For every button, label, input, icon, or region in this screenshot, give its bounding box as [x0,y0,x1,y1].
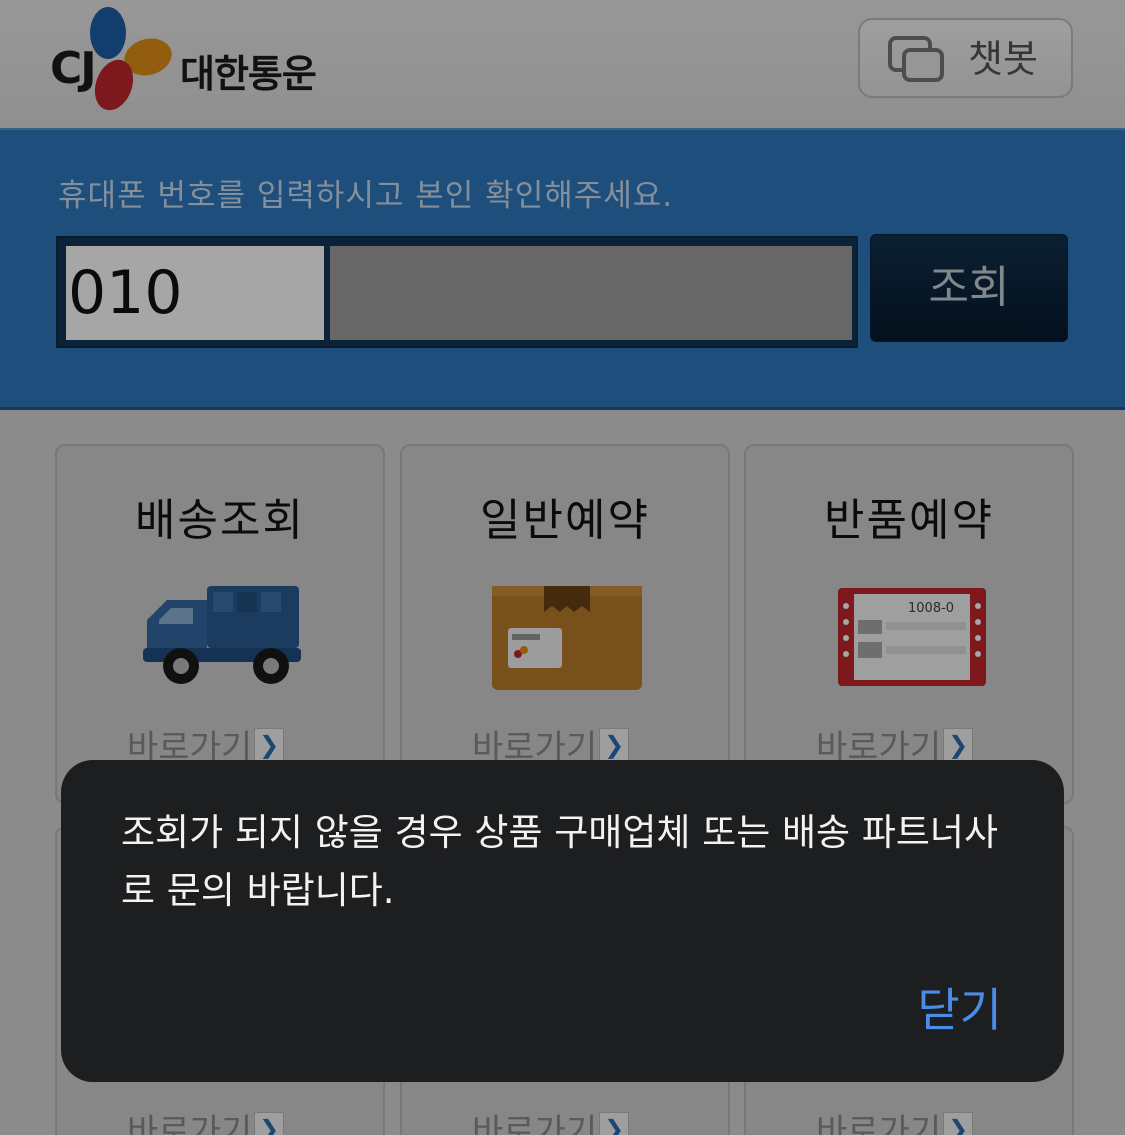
logo-name: 대한통운 [180,52,317,96]
phone-instruction: 휴대폰 번호를 입력하시고 본인 확인해주세요. [58,178,674,214]
close-button[interactable]: 닫기 [917,974,1002,1040]
goto-link[interactable]: 바로가기 ❯ [127,720,285,768]
box-icon [492,586,642,690]
app-header: CJ 대한통운 챗봇 [0,0,1125,128]
menu-card-title: 배송조회 [135,495,305,546]
chevron-right-icon: ❯ [254,1111,285,1135]
menu-card-return-reservation[interactable]: 반품예약 1008-0 바로가기 ❯ [744,444,1074,804]
goto-link[interactable]: 바로가기 ❯ [127,1104,285,1135]
alert-message: 조회가 되지 않을 경우 상품 구매업체 또는 배송 파트너사로 문의 바랍니다… [121,811,999,912]
chevron-right-icon: ❯ [943,727,974,762]
chat-bubble-icon [888,36,944,82]
chevron-right-icon: ❯ [254,727,285,762]
return-slip-icon: 1008-0 [838,588,986,686]
chevron-right-icon: ❯ [943,1111,974,1135]
goto-link[interactable]: 바로가기 ❯ [816,720,974,768]
chevron-right-icon: ❯ [599,727,630,762]
chatbot-label: 챗봇 [968,37,1038,81]
goto-link[interactable]: 바로가기 ❯ [816,1104,974,1135]
phone-verification-panel: 휴대폰 번호를 입력하시고 본인 확인해주세요. 조회 [0,128,1125,410]
logo-brand: CJ [50,43,97,94]
goto-label: 바로가기 [472,1112,598,1135]
phone-prefix-input[interactable] [66,246,324,340]
goto-label: 바로가기 [816,1112,942,1135]
chevron-right-icon: ❯ [599,1111,630,1135]
chatbot-button[interactable]: 챗봇 [858,18,1073,98]
slip-number: 1008-0 [908,601,954,616]
menu-card-title: 일반예약 [480,495,650,546]
goto-link[interactable]: 바로가기 ❯ [472,1104,630,1135]
goto-label: 바로가기 [127,1112,253,1135]
phone-input-group [56,236,858,348]
goto-link[interactable]: 바로가기 ❯ [472,720,630,768]
menu-card-title: 반품예약 [824,495,994,546]
phone-number-input[interactable] [330,246,852,340]
truck-icon [143,586,301,684]
menu-card-general-reservation[interactable]: 일반예약 바로가기 ❯ [400,444,730,804]
alert-dialog: 조회가 되지 않을 경우 상품 구매업체 또는 배송 파트너사로 문의 바랍니다… [61,760,1064,1082]
menu-card-delivery-tracking[interactable]: 배송조회 바로가기 ❯ [55,444,385,804]
cj-logo[interactable]: CJ 대한통운 [50,5,320,115]
search-button[interactable]: 조회 [870,234,1068,342]
